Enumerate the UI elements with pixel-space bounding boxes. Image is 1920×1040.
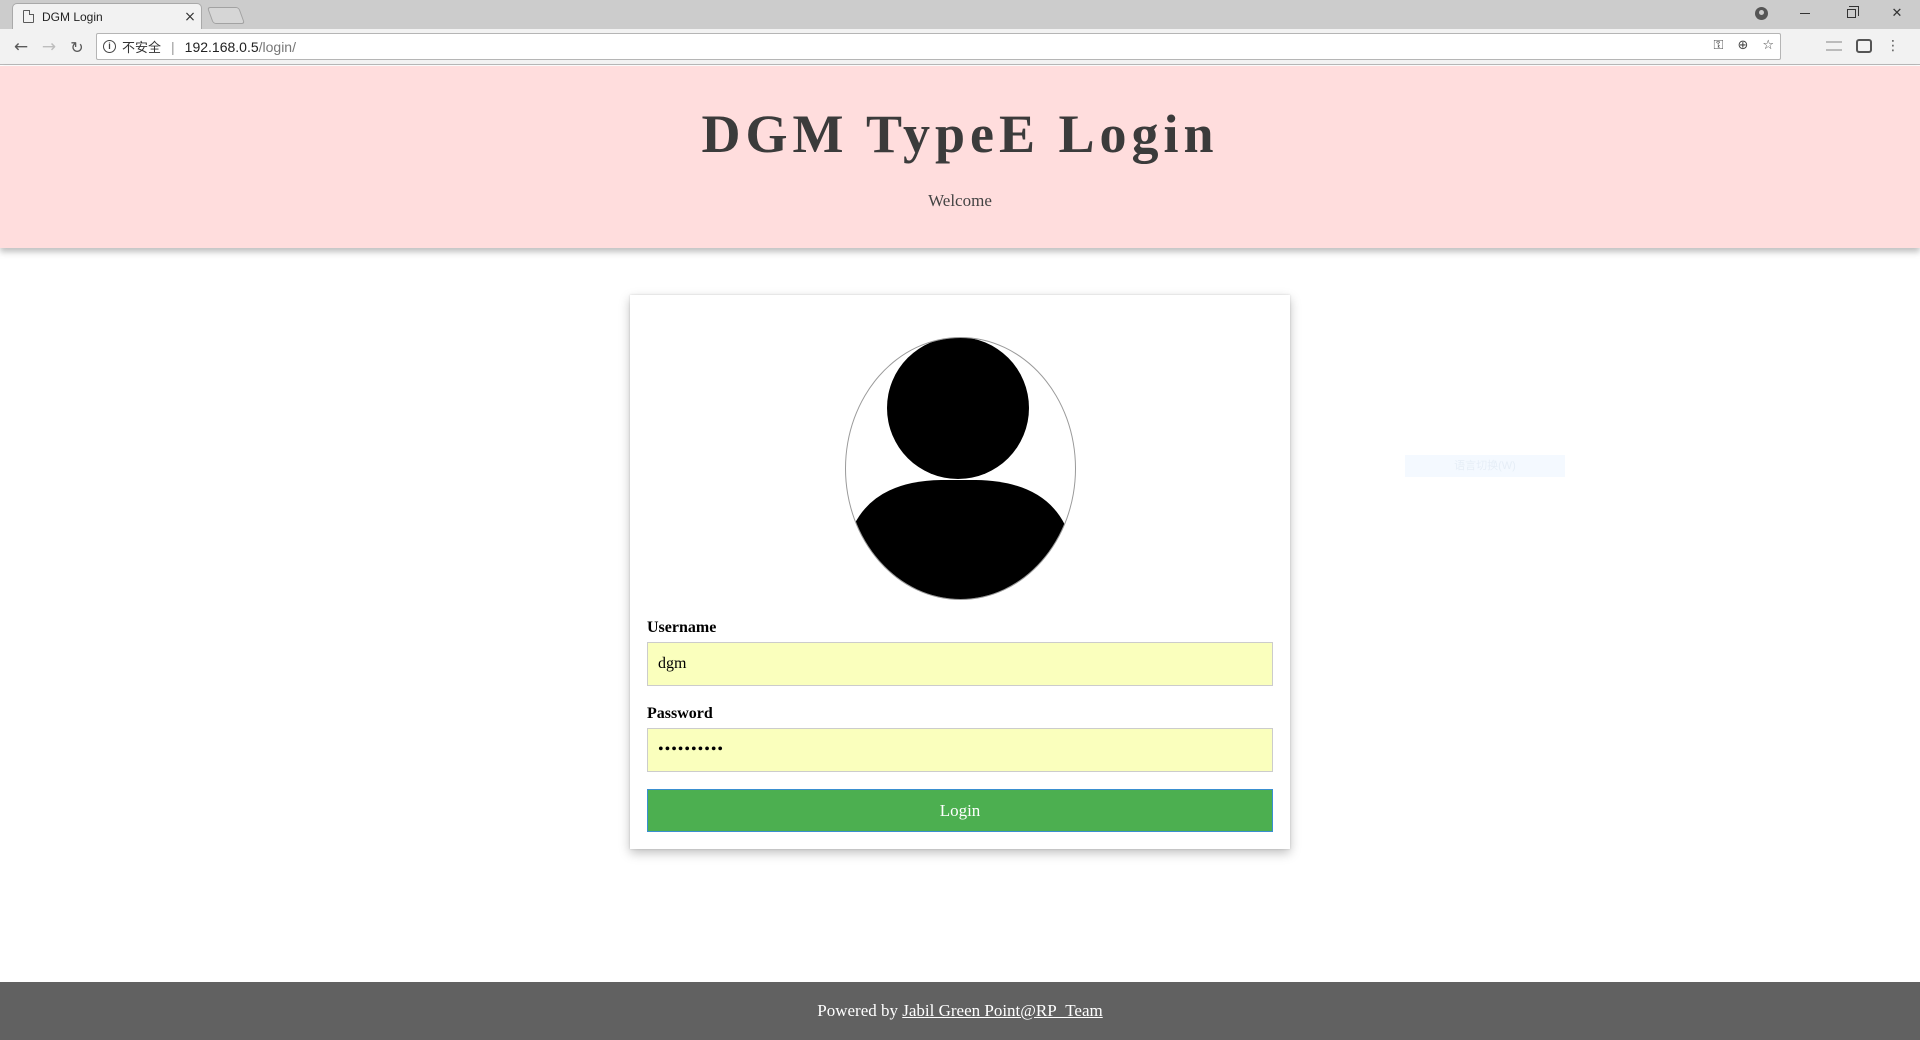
- new-tab-button[interactable]: [206, 7, 246, 24]
- avatar: [845, 337, 1076, 600]
- url-host[interactable]: 192.168.0.5: [185, 39, 259, 55]
- tab-title: DGM Login: [42, 9, 103, 24]
- reload-button[interactable]: ↻: [64, 34, 90, 60]
- faded-hint: 语言切换(W): [1405, 455, 1565, 477]
- minimize-button[interactable]: [1782, 0, 1828, 27]
- page-footer: Powered by Jabil Green Point@RP_Team: [0, 982, 1920, 1040]
- key-icon[interactable]: ⚿: [1714, 38, 1724, 53]
- star-icon[interactable]: ☆: [1762, 38, 1774, 53]
- password-input[interactable]: [647, 728, 1273, 772]
- back-button[interactable]: ←: [8, 34, 34, 60]
- extension-icon[interactable]: [1826, 41, 1842, 51]
- username-input[interactable]: [647, 642, 1273, 686]
- window-close-button[interactable]: ✕: [1874, 0, 1920, 27]
- extension-area: ⋮: [1826, 38, 1900, 54]
- arrow-right-icon: →: [41, 37, 57, 57]
- login-button[interactable]: Login: [647, 789, 1273, 832]
- forward-button[interactable]: →: [36, 34, 62, 60]
- restore-button[interactable]: [1828, 0, 1874, 27]
- browser-toolbar: ← → ↻ i 不安全 | 192.168.0.5/login/ ⚿ ⊕ ☆ ⋮: [0, 29, 1920, 65]
- password-label: Password: [647, 705, 713, 722]
- address-bar[interactable]: i 不安全 | 192.168.0.5/login/ ⚿ ⊕ ☆: [96, 33, 1781, 60]
- browser-tab[interactable]: DGM Login ×: [12, 3, 202, 29]
- zoom-icon[interactable]: ⊕: [1737, 38, 1748, 53]
- menu-icon[interactable]: ⋮: [1886, 38, 1900, 54]
- restore-icon: [1846, 6, 1859, 18]
- browser-tab-strip: DGM Login × ✕: [0, 0, 1920, 29]
- url-path[interactable]: /login/: [259, 39, 296, 55]
- user-avatar-icon: [846, 338, 1075, 599]
- page-title: DGM TypeE Login: [701, 104, 1219, 164]
- tab-close-icon[interactable]: ×: [179, 9, 201, 25]
- close-icon: ✕: [1891, 6, 1903, 21]
- security-label[interactable]: 不安全: [122, 37, 161, 56]
- footer-prefix: Powered by: [817, 1001, 903, 1020]
- page-subtitle: Welcome: [928, 191, 992, 210]
- profile-button[interactable]: [1738, 0, 1784, 27]
- arrow-left-icon: ←: [13, 37, 29, 57]
- username-label: Username: [647, 619, 717, 636]
- extension-box-icon[interactable]: [1856, 39, 1872, 53]
- minimize-icon: [1800, 13, 1810, 14]
- address-separator: |: [171, 38, 175, 55]
- address-bar-actions: ⚿ ⊕ ☆: [1714, 38, 1774, 53]
- info-icon[interactable]: i: [103, 40, 116, 53]
- reload-icon: ↻: [70, 37, 84, 57]
- profile-icon: [1754, 7, 1768, 20]
- page-header: DGM TypeE Login Welcome: [0, 66, 1920, 248]
- login-card: Username Password Login: [630, 295, 1290, 849]
- footer-team-link[interactable]: Jabil Green Point@RP_Team: [902, 1001, 1103, 1020]
- page-icon: [23, 10, 34, 23]
